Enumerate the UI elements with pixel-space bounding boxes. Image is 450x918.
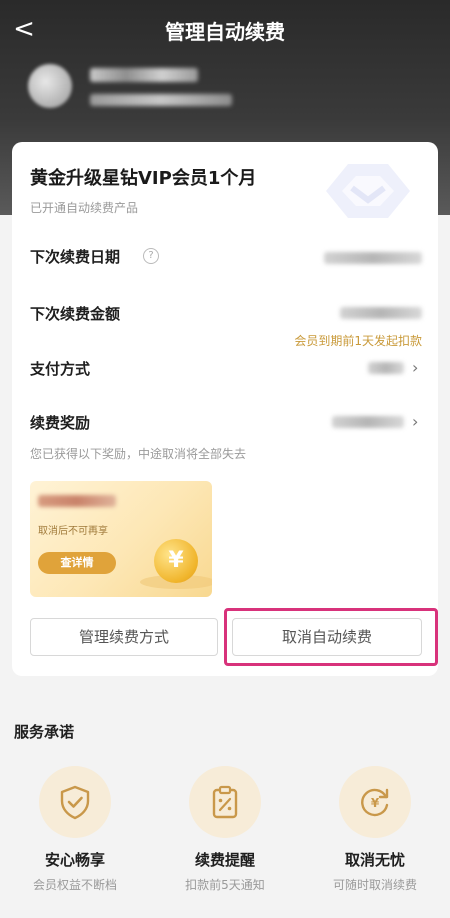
coupon-title-blurred [38, 495, 116, 507]
coupon-details-button[interactable]: 查详情 [38, 552, 116, 574]
user-info-blurred [90, 94, 232, 106]
promise-subtitle: 可随时取消续费 [332, 878, 417, 892]
reward-coupon[interactable]: 取消后不可再享 查详情 ¥ [30, 481, 212, 597]
next-renewal-date-value [324, 252, 422, 264]
promise-item-reminder: 续费提醒 扣款前5天通知 [150, 766, 300, 893]
product-title: 黄金升级星钻VIP会员1个月 [30, 168, 257, 189]
promise-item-worry-free: 安心畅享 会员权益不断档 [0, 766, 150, 893]
promise-title: 续费提醒 [194, 851, 255, 869]
user-name-blurred [90, 68, 198, 82]
page-title: 管理自动续费 [165, 20, 285, 44]
chevron-right-icon: › [412, 412, 419, 431]
manage-payment-method-button[interactable]: 管理续费方式 [30, 618, 218, 656]
product-status: 已开通自动续费产品 [30, 201, 139, 215]
payment-method-value[interactable] [368, 362, 404, 374]
promise-subtitle: 会员权益不断档 [32, 878, 117, 892]
deduct-note: 会员到期前1天发起扣款 [294, 334, 422, 348]
next-renewal-date-label: 下次续费日期 [30, 248, 121, 266]
promise-title: 安心畅享 [44, 851, 105, 869]
cancel-highlight-box [224, 608, 438, 666]
reward-note: 您已获得以下奖励，中途取消将全部失去 [30, 447, 247, 461]
clipboard-percent-icon [212, 785, 238, 819]
shield-check-icon [60, 785, 90, 820]
payment-method-label: 支付方式 [30, 360, 91, 378]
yuan-coin-icon: ¥ [154, 539, 198, 583]
renewal-reward-label: 续费奖励 [30, 414, 91, 432]
subscription-card: 黄金升级星钻VIP会员1个月 已开通自动续费产品 下次续费日期 ? 下次续费金额… [12, 142, 438, 676]
refresh-yuan-icon: ¥ [361, 788, 389, 817]
next-renewal-amount-label: 下次续费金额 [30, 305, 121, 323]
renewal-reward-value[interactable] [332, 416, 404, 428]
svg-text:¥: ¥ [371, 796, 380, 810]
vip-watermark-icon [326, 164, 410, 218]
service-section-title: 服务承诺 [14, 723, 75, 741]
next-renewal-amount-value [340, 307, 422, 319]
chevron-right-icon: › [412, 358, 419, 377]
promise-title: 取消无忧 [344, 851, 405, 869]
coupon-subtitle: 取消后不可再享 [38, 526, 108, 537]
promise-item-cancel-anytime: ¥ 取消无忧 可随时取消续费 [300, 766, 450, 893]
promise-subtitle: 扣款前5天通知 [185, 878, 265, 892]
help-icon[interactable]: ? [143, 248, 159, 264]
avatar [28, 64, 72, 108]
